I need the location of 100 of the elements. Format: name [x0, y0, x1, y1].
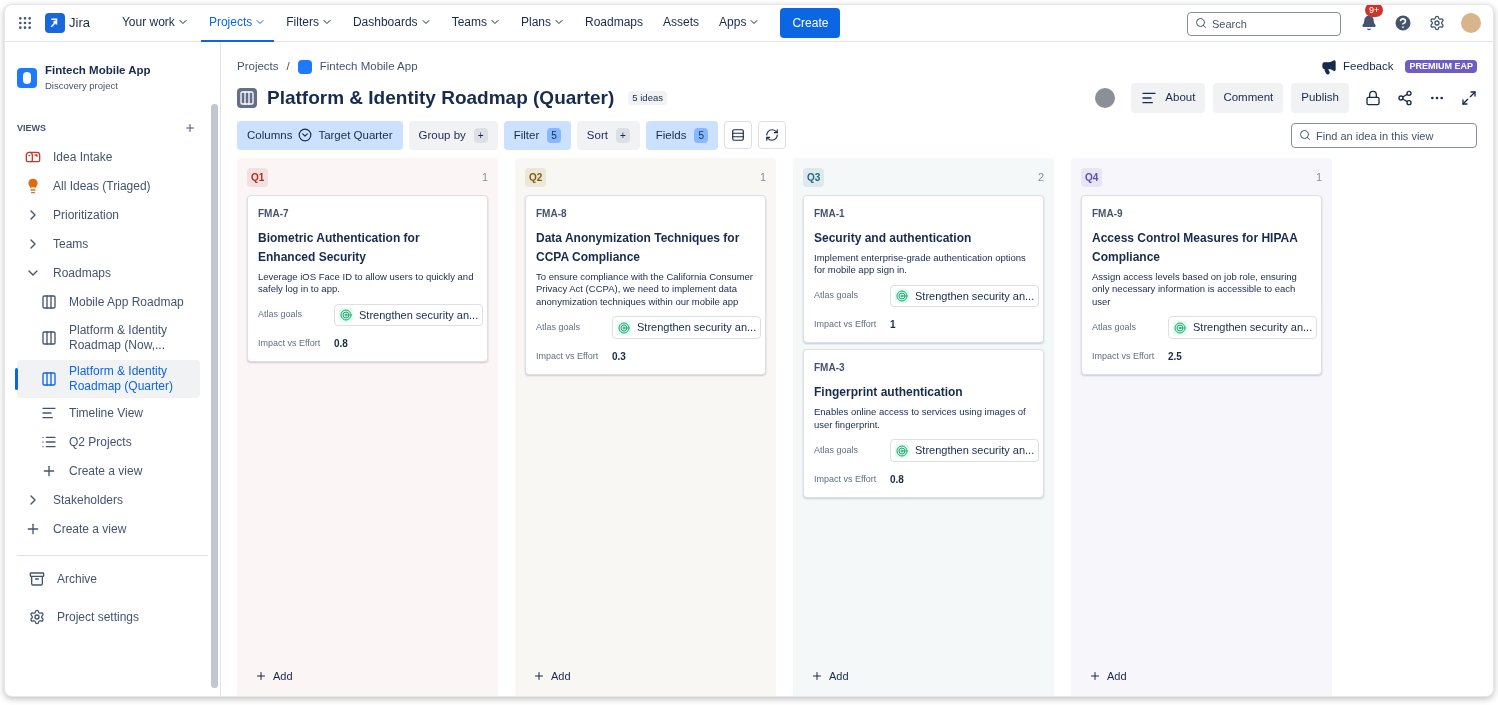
project-avatar-icon	[17, 67, 37, 88]
target-icon	[339, 308, 353, 322]
sidebar-item[interactable]: Platform & Identity Roadmap (Now,...	[17, 317, 200, 359]
sidebar-item[interactable]: Timeline View	[17, 399, 200, 427]
sync-button[interactable]	[758, 121, 786, 150]
idea-count: 5 ideas	[628, 90, 667, 105]
view-search-field[interactable]: Find an idea in this view	[1291, 123, 1477, 149]
target-icon	[895, 443, 909, 458]
refresh-icon	[765, 128, 779, 143]
idea-card[interactable]	[525, 194, 766, 375]
breadcrumb-link[interactable]: Fintech Mobile App	[319, 58, 418, 76]
columns-button[interactable]: Columns Target Quarter	[237, 120, 403, 150]
field-label: Atlas goals	[536, 320, 582, 334]
sidebar-item[interactable]: Idea Intake	[17, 143, 200, 171]
goal-chip[interactable]: Strengthen security an...	[890, 284, 1040, 308]
toolbar-button[interactable]: Sort +	[576, 120, 640, 150]
settings-icon	[29, 609, 45, 625]
issue-key: FMA-8	[536, 205, 755, 221]
board-icon	[41, 330, 57, 346]
sidebar-item[interactable]: Platform & Identity Roadmap (Quarter)	[17, 360, 200, 398]
column-count: 2	[1037, 170, 1044, 185]
jira-logo-icon[interactable]	[45, 13, 65, 33]
goal-chip[interactable]: Strengthen security an...	[890, 439, 1040, 462]
goal-chip[interactable]: Strengthen security an...	[612, 316, 762, 339]
action-button[interactable]: Publish	[1291, 83, 1349, 113]
toolbar-button[interactable]: Filter 5	[503, 120, 571, 150]
add-button[interactable]: Add	[525, 667, 579, 684]
field-label: Impact vs Effort	[814, 472, 878, 486]
project-name: Fintech Mobile App	[45, 63, 151, 78]
goal-chip[interactable]: Strengthen security an...	[334, 303, 484, 327]
issue-key: FMA-3	[814, 360, 1033, 376]
nav-item[interactable]: Projects	[200, 5, 275, 42]
nav-item[interactable]: Assets	[655, 5, 708, 42]
card-title: Access Control Measures for HIPAA Compliance	[1092, 229, 1299, 266]
row-height-button[interactable]	[724, 121, 752, 150]
sidebar-item[interactable]: All Ideas (Triaged)	[17, 172, 200, 200]
add-button[interactable]: Add	[1081, 667, 1135, 684]
sidebar-item[interactable]: Mobile App Roadmap	[17, 288, 200, 316]
idea-card[interactable]: FMA-3 Fingerprint authentication Enables online access to services using images of user fingerprint. Atlas goals Strengthen security an... Impact vs Effort 0.8	[803, 349, 1044, 498]
plus-icon	[1089, 669, 1101, 682]
column-count: 1	[1315, 170, 1322, 185]
toolbar-button[interactable]: Group by +	[408, 120, 498, 150]
plus-icon[interactable]	[184, 122, 196, 135]
sidebar-item[interactable]: Q2 Projects	[17, 428, 200, 456]
field-value: 0.8	[334, 337, 348, 352]
sidebar-item[interactable]: Project settings	[21, 602, 196, 632]
product-name: Jira	[69, 14, 90, 33]
field-value: 0.3	[612, 349, 626, 364]
sidebar-item[interactable]: Teams	[17, 230, 200, 258]
search-field[interactable]: Search	[1187, 12, 1341, 36]
app-switcher-icon[interactable]	[17, 15, 33, 31]
card-description: Implement enterprise-grade authentication options for mobile app sign in.	[814, 251, 1027, 277]
action-button[interactable]: Comment	[1213, 83, 1284, 113]
share-icon[interactable]	[1397, 89, 1413, 106]
chevron-circle-icon	[298, 128, 313, 143]
sidebar-item[interactable]: Prioritization	[17, 201, 200, 229]
breadcrumb-link[interactable]: Projects	[237, 58, 279, 76]
goal-chip[interactable]: Strengthen security an...	[1168, 316, 1318, 339]
add-button[interactable]: Add	[803, 667, 857, 684]
column-label: Q2	[525, 167, 547, 187]
idea-card[interactable]: FMA-1 Security and authentication Implement enterprise-grade authentication options for mobile app sign in. Atlas goals Strengthen security an... Impact vs Effort 1	[803, 194, 1044, 344]
nav-item[interactable]: Teams	[443, 5, 509, 42]
lock-icon[interactable]	[1365, 89, 1381, 106]
sidebar-item[interactable]: Create a view	[17, 515, 200, 543]
target-icon	[617, 320, 631, 335]
toolbar-button[interactable]: Fields 5	[645, 120, 718, 150]
field-label: Impact vs Effort	[258, 337, 322, 350]
nav-item[interactable]: Apps	[711, 5, 769, 42]
nav-item[interactable]: Dashboards	[344, 5, 440, 42]
user-avatar[interactable]	[1095, 87, 1116, 108]
expand-icon[interactable]	[1461, 89, 1477, 106]
create-button[interactable]: Create	[780, 8, 841, 38]
card-title: Security and authentication	[814, 229, 973, 247]
nav-item[interactable]: Filters	[278, 5, 341, 42]
notifications-icon[interactable]	[1361, 15, 1377, 31]
field-label: Atlas goals	[258, 308, 304, 322]
list-icon	[41, 434, 57, 450]
feedback-button[interactable]: Feedback	[1320, 58, 1394, 76]
sidebar-item[interactable]: Archive	[21, 564, 196, 594]
nav-item[interactable]: Your work	[113, 5, 197, 42]
help-icon[interactable]	[1393, 13, 1413, 33]
sidebar-item[interactable]: Roadmaps	[17, 259, 200, 287]
lightbulb-icon	[25, 178, 41, 194]
plus-icon	[255, 669, 267, 682]
nav-item[interactable]: Roadmaps	[577, 5, 652, 42]
column-label: Q4	[1081, 167, 1103, 187]
project-avatar-icon	[297, 59, 312, 74]
action-button[interactable]: About	[1131, 83, 1206, 113]
sidebar-item[interactable]: Stakeholders	[17, 486, 200, 514]
idea-card[interactable]	[1081, 194, 1322, 375]
archive-icon	[29, 571, 45, 587]
settings-icon[interactable]	[1429, 15, 1445, 31]
add-button[interactable]: Add	[247, 667, 301, 684]
column-label: Q1	[247, 167, 269, 187]
card-description: Leverage iOS Face ID to allow users to quickly and safely log in to app.	[258, 270, 475, 296]
column-count: 1	[481, 170, 488, 185]
issue-key: FMA-7	[258, 205, 477, 221]
sidebar-item[interactable]: Create a view	[17, 457, 200, 485]
nav-item[interactable]: Plans	[512, 5, 573, 42]
idea-card[interactable]: FMA-7 Biometric Authentication for Enhanced Security Leverage iOS Face ID to allow users to quickly and safely log in to app. Atlas goals Strengthen security an... Impact vs Effort 0.8	[247, 194, 488, 363]
